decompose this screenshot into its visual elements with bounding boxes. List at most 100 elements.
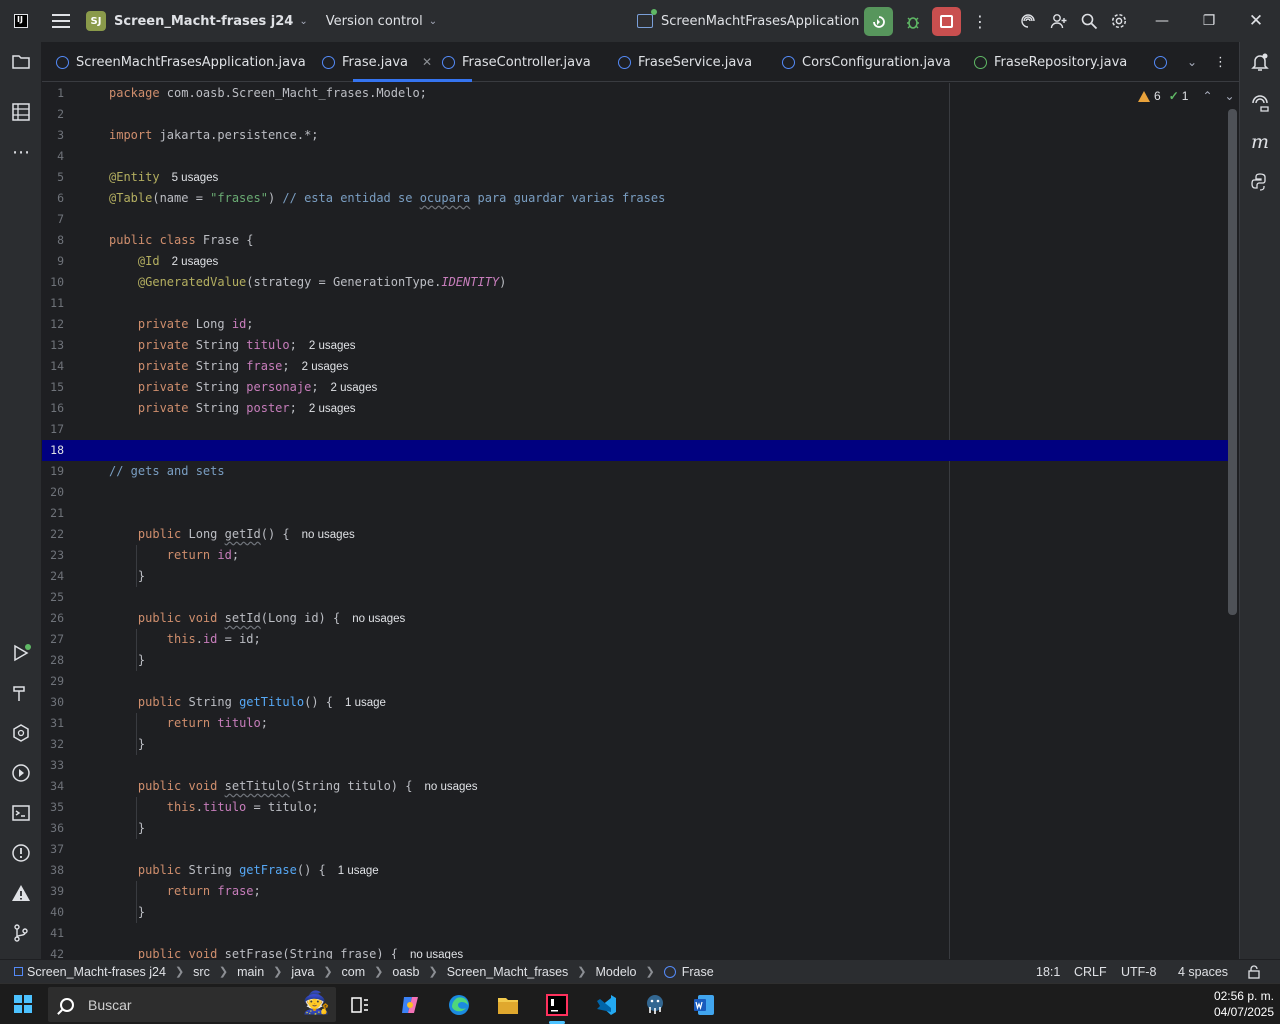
- build-hammer-icon[interactable]: [10, 682, 32, 704]
- next-highlight-icon[interactable]: ⌄: [1225, 89, 1235, 103]
- code-text[interactable]: }: [109, 566, 145, 587]
- python-console-icon[interactable]: [1249, 171, 1271, 193]
- line-number[interactable]: 11: [42, 293, 64, 314]
- stop-button[interactable]: [932, 7, 961, 36]
- line-number[interactable]: 17: [42, 419, 64, 440]
- line-number[interactable]: 3: [42, 125, 64, 146]
- code-line[interactable]: 28 }: [42, 650, 1228, 671]
- line-number[interactable]: 29: [42, 671, 64, 692]
- tab-frase-repository[interactable]: FraseRepository.java: [974, 42, 1127, 82]
- editor-scrollbar[interactable]: [1228, 109, 1237, 615]
- code-text[interactable]: return titulo;: [109, 713, 268, 734]
- read-only-lock-icon[interactable]: [1247, 960, 1261, 984]
- intellij-idea-taskbar-icon[interactable]: [533, 984, 581, 1024]
- line-number[interactable]: 38: [42, 860, 64, 881]
- code-line[interactable]: 1 package com.oasb.Screen_Macht_frases.Mo…: [42, 83, 1228, 104]
- windows-start-icon[interactable]: [14, 995, 32, 1013]
- code-line[interactable]: 42 public void setFrase(String frase) {n…: [42, 944, 1228, 959]
- code-line[interactable]: 36 }: [42, 818, 1228, 839]
- code-text[interactable]: @Id 2 usages: [109, 251, 218, 273]
- taskbar-clock[interactable]: 02:56 p. m. 04/07/2025: [1214, 988, 1274, 1020]
- ai-assistant-icon[interactable]: [1018, 11, 1038, 31]
- breadcrumb-item[interactable]: Screen_Macht-frases j24: [27, 965, 166, 979]
- line-number[interactable]: 8: [42, 230, 64, 251]
- usages-inlay-hint[interactable]: 2 usages: [172, 256, 219, 268]
- line-number[interactable]: 25: [42, 587, 64, 608]
- code-text[interactable]: package com.oasb.Screen_Macht_frases.Mod…: [109, 83, 427, 104]
- code-text[interactable]: public class Frase {: [109, 230, 254, 251]
- line-number[interactable]: 15: [42, 377, 64, 398]
- code-text[interactable]: this.id = id;: [109, 629, 261, 650]
- code-line[interactable]: 2: [42, 104, 1228, 125]
- code-line[interactable]: 27 this.id = id;: [42, 629, 1228, 650]
- code-line[interactable]: 16 private String poster; 2 usages: [42, 398, 1228, 419]
- line-number[interactable]: 22: [42, 524, 64, 545]
- line-number[interactable]: 34: [42, 776, 64, 797]
- code-text[interactable]: private String personaje; 2 usages: [109, 377, 377, 399]
- usages-inlay-hint[interactable]: 5 usages: [172, 172, 219, 184]
- code-line[interactable]: 8 public class Frase {: [42, 230, 1228, 251]
- line-number[interactable]: 37: [42, 839, 64, 860]
- code-text[interactable]: @Entity 5 usages: [109, 167, 218, 189]
- tab-frase[interactable]: Frase.java ✕: [322, 42, 432, 82]
- code-text[interactable]: this.titulo = titulo;: [109, 797, 319, 818]
- tab-cors-configuration[interactable]: CorsConfiguration.java: [782, 42, 951, 82]
- line-number[interactable]: 40: [42, 902, 64, 923]
- postgresql-pgadmin-icon[interactable]: [631, 984, 679, 1024]
- copilot-icon[interactable]: [386, 984, 434, 1024]
- more-actions-icon[interactable]: ⋮: [970, 11, 990, 31]
- code-text[interactable]: }: [109, 650, 145, 671]
- code-line[interactable]: 33: [42, 755, 1228, 776]
- line-number[interactable]: 16: [42, 398, 64, 419]
- usages-inlay-hint[interactable]: no usages: [302, 529, 355, 541]
- breadcrumb-item[interactable]: java: [291, 965, 314, 979]
- code-text[interactable]: public void setFrase(String frase) {no u…: [109, 944, 463, 959]
- code-line[interactable]: 10 @GeneratedValue(strategy = Generation…: [42, 272, 1228, 293]
- project-selector[interactable]: Screen_Macht-frases j24: [114, 14, 293, 29]
- line-number[interactable]: 23: [42, 545, 64, 566]
- code-line[interactable]: 19 // gets and sets: [42, 461, 1228, 482]
- code-text[interactable]: public String getTitulo() {1 usage: [109, 692, 386, 714]
- code-text[interactable]: return frase;: [109, 881, 261, 902]
- vscode-icon[interactable]: [582, 984, 630, 1024]
- close-tab-icon[interactable]: ✕: [422, 55, 432, 69]
- minimize-window-icon[interactable]: —: [1152, 11, 1172, 31]
- usages-inlay-hint[interactable]: 1 usage: [345, 697, 386, 709]
- breadcrumb-item[interactable]: Frase: [682, 965, 714, 979]
- debug-button[interactable]: [902, 7, 924, 36]
- code-line[interactable]: 38 public String getFrase() {1 usage: [42, 860, 1228, 881]
- services-icon[interactable]: [10, 722, 32, 744]
- task-view-icon[interactable]: [336, 984, 384, 1024]
- code-text[interactable]: return id;: [109, 545, 239, 566]
- code-line[interactable]: 5 @Entity 5 usages: [42, 167, 1228, 188]
- code-text[interactable]: private Long id;: [109, 314, 254, 335]
- chevron-down-icon[interactable]: ⌄: [299, 16, 307, 27]
- debug-run-icon[interactable]: [10, 762, 32, 784]
- code-line[interactable]: 9 @Id 2 usages: [42, 251, 1228, 272]
- code-line[interactable]: 25: [42, 587, 1228, 608]
- caret-position[interactable]: 18:1: [1036, 960, 1060, 984]
- usages-inlay-hint[interactable]: 1 usage: [338, 865, 379, 877]
- more-tool-windows-icon[interactable]: ⋯: [10, 141, 32, 163]
- main-menu-icon[interactable]: [52, 14, 70, 28]
- line-number[interactable]: 4: [42, 146, 64, 167]
- line-number[interactable]: 9: [42, 251, 64, 272]
- code-line[interactable]: 21: [42, 503, 1228, 524]
- code-line[interactable]: 13 private String titulo; 2 usages: [42, 335, 1228, 356]
- line-number[interactable]: 33: [42, 755, 64, 776]
- line-number[interactable]: 39: [42, 881, 64, 902]
- line-number[interactable]: 19: [42, 461, 64, 482]
- line-number[interactable]: 21: [42, 503, 64, 524]
- run-configuration-selector[interactable]: ScreenMachtFrasesApplication ⌄: [637, 0, 874, 42]
- code-line[interactable]: 26 public void setId(Long id) {no usages: [42, 608, 1228, 629]
- code-line[interactable]: 32 }: [42, 734, 1228, 755]
- code-text[interactable]: @Table(name = "frases") // esta entidad …: [109, 188, 665, 209]
- project-badge[interactable]: SJ: [86, 11, 106, 31]
- code-line[interactable]: 24 }: [42, 566, 1228, 587]
- code-line[interactable]: 23 return id;: [42, 545, 1228, 566]
- previous-highlight-icon[interactable]: ⌃: [1202, 89, 1212, 103]
- rerun-button[interactable]: [864, 7, 893, 36]
- breadcrumb-item[interactable]: com: [342, 965, 366, 979]
- code-line[interactable]: 29: [42, 671, 1228, 692]
- usages-inlay-hint[interactable]: no usages: [352, 613, 405, 625]
